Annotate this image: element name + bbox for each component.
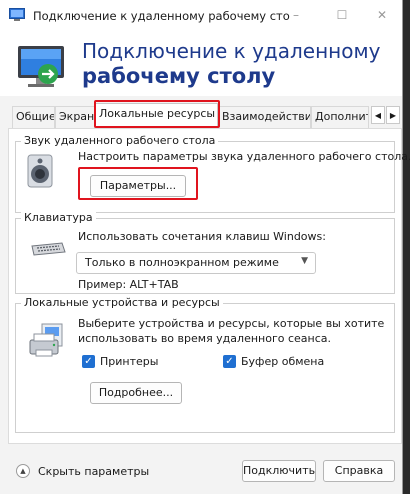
title-bar[interactable]: Подключение к удаленному рабочему сто – … [0,0,402,32]
devices-group-title: Локальные устройства и ресурсы [21,296,223,309]
remote-desktop-icon [9,8,25,21]
collapse-options-icon[interactable]: ▲ [16,464,30,478]
keyboard-example: Пример: ALT+TAB [78,278,179,291]
clipboard-label: Буфер обмена [241,355,325,368]
devices-description-line1: Выберите устройства и ресурсы, которые в… [78,317,385,330]
more-devices-button[interactable]: Подробнее... [90,382,182,404]
sound-button-highlight-box [78,167,198,200]
keyboard-description: Использовать сочетания клавиш Windows: [78,230,326,243]
help-button[interactable]: Справка [323,460,395,482]
collapse-options-link[interactable]: Скрыть параметры [38,465,149,478]
connect-button[interactable]: Подключить [242,460,316,482]
tab-display[interactable]: Экран [55,106,95,128]
maximize-button[interactable]: ☐ [320,0,364,32]
sound-description: Настроить параметры звука удаленного раб… [78,150,410,163]
sound-group-title: Звук удаленного рабочего стола [21,134,219,147]
window-title: Подключение к удаленному рабочему сто [33,9,290,23]
printers-label: Принтеры [100,355,159,368]
rdp-window: Подключение к удаленному рабочему сто – … [0,0,410,494]
devices-group: Локальные устройства и ресурсы Выберите … [15,296,395,433]
printers-checkbox[interactable]: ✓ [82,355,95,368]
tab-experience[interactable]: Взаимодействие [218,106,311,128]
remote-desktop-logo-icon [18,46,64,87]
close-button[interactable]: ✕ [362,0,402,32]
local-resources-panel: Звук удаленного рабочего стола Настроить… [8,128,410,444]
keyboard-group-title: Клавиатура [21,211,96,224]
devices-description-line2: использовать во время удаленного сеанса. [78,332,331,345]
tab-general[interactable]: Общие [12,106,55,128]
chevron-down-icon: ▼ [301,256,308,266]
minimize-button[interactable]: – [274,0,318,32]
header-title-line1: Подключение к удаленному [82,39,381,63]
tab-scroll-left-icon[interactable]: ◀ [371,106,385,124]
sound-group: Звук удаленного рабочего стола Настроить… [15,134,410,213]
speaker-icon [27,154,53,188]
keyboard-group: Клавиатура Использовать сочетания клавиш… [15,211,395,294]
printer-devices-icon [29,323,63,357]
header-banner: Подключение к удаленному рабочему столу [0,32,402,96]
windows-keys-select[interactable]: Только в полноэкранном режиме ▼ [76,252,316,274]
clipboard-checkbox[interactable]: ✓ [223,355,236,368]
keyboard-icon [31,242,66,256]
tab-scroll-right-icon[interactable]: ▶ [386,106,400,124]
header-title-line2: рабочему столу [82,64,276,88]
tab-advanced[interactable]: Дополнит [311,106,369,128]
tab-highlight-box [94,100,220,128]
windows-keys-select-value: Только в полноэкранном режиме [85,256,279,269]
